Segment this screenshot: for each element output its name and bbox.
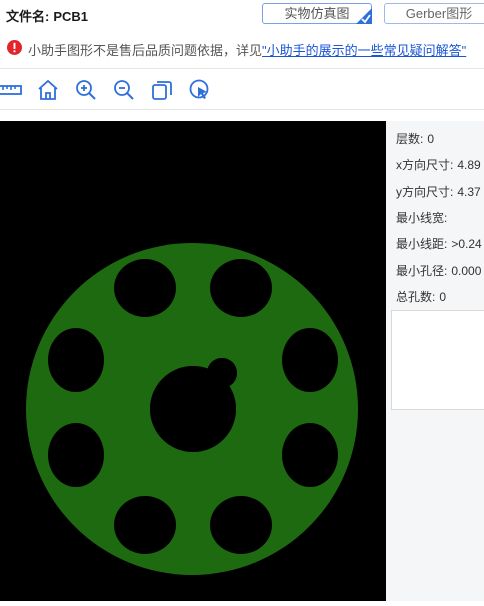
tab-gerber-label: Gerber图形 — [405, 6, 473, 21]
info-total-holes-value: 0 — [439, 290, 447, 304]
info-x-size-label: x方向尺寸: — [396, 158, 454, 172]
info-detail-box — [391, 310, 484, 410]
info-min-width: 最小线宽: — [396, 209, 451, 226]
zoom-out-icon[interactable] — [112, 78, 136, 102]
ruler-icon[interactable] — [0, 78, 22, 102]
select-cursor-icon[interactable] — [188, 78, 212, 102]
toolbar — [0, 68, 484, 110]
info-total-holes: 总孔数: 0 — [396, 288, 446, 305]
info-x-size: x方向尺寸: 4.89 — [396, 156, 481, 173]
info-layers: 层数: 0 — [396, 130, 434, 147]
pcb-board-graphic — [26, 243, 358, 575]
info-min-spacing-label: 最小线距: — [396, 237, 448, 251]
zoom-in-icon[interactable] — [74, 78, 98, 102]
header-bar: 文件名: PCB1 实物仿真图 Gerber图形 — [0, 0, 484, 30]
file-label-text: 文件名: — [6, 9, 50, 24]
info-layers-label: 层数: — [396, 132, 424, 146]
exclamation-circle-icon — [7, 40, 22, 55]
notice-message: 小助手图形不是售后品质问题依据，详见 — [28, 43, 263, 58]
layers-icon[interactable] — [150, 78, 174, 102]
pcb-preview-canvas[interactable] — [0, 121, 386, 601]
info-min-spacing: 最小线距: >0.24 — [396, 235, 482, 252]
tab-gerber[interactable]: Gerber图形 — [384, 3, 484, 24]
info-min-hole: 最小孔径: 0.000 — [396, 262, 481, 279]
info-y-size-value: 4.37 — [457, 185, 481, 199]
tab-simulation-label: 实物仿真图 — [284, 6, 350, 21]
info-x-size-value: 4.89 — [457, 158, 481, 172]
file-name-value: PCB1 — [53, 9, 89, 24]
info-y-size-label: y方向尺寸: — [396, 185, 454, 199]
home-icon[interactable] — [36, 78, 60, 102]
info-y-size: y方向尺寸: 4.37 — [396, 183, 481, 200]
file-name-label: 文件名: PCB1 — [6, 6, 88, 25]
tab-simulation[interactable]: 实物仿真图 — [262, 3, 372, 24]
info-min-width-label: 最小线宽: — [396, 211, 448, 225]
faq-link[interactable]: "小助手的展示的一些常见疑问解答" — [262, 43, 466, 58]
notice-text: 小助手图形不是售后品质问题依据，详见"小助手的展示的一些常见疑问解答" — [28, 40, 466, 59]
info-min-hole-value: 0.000 — [451, 264, 482, 278]
info-min-spacing-value: >0.24 — [451, 237, 482, 251]
info-min-hole-label: 最小孔径: — [396, 264, 448, 278]
notice-bar: 小助手图形不是售后品质问题依据，详见"小助手的展示的一些常见疑问解答" — [0, 32, 484, 62]
info-total-holes-label: 总孔数: — [396, 290, 436, 304]
board-info-panel: 层数: 0 x方向尺寸: 4.89 y方向尺寸: 4.37 最小线宽: 最小线距: >0… — [386, 121, 484, 601]
info-layers-value: 0 — [427, 132, 435, 146]
checkmark-corner-icon — [356, 8, 372, 24]
